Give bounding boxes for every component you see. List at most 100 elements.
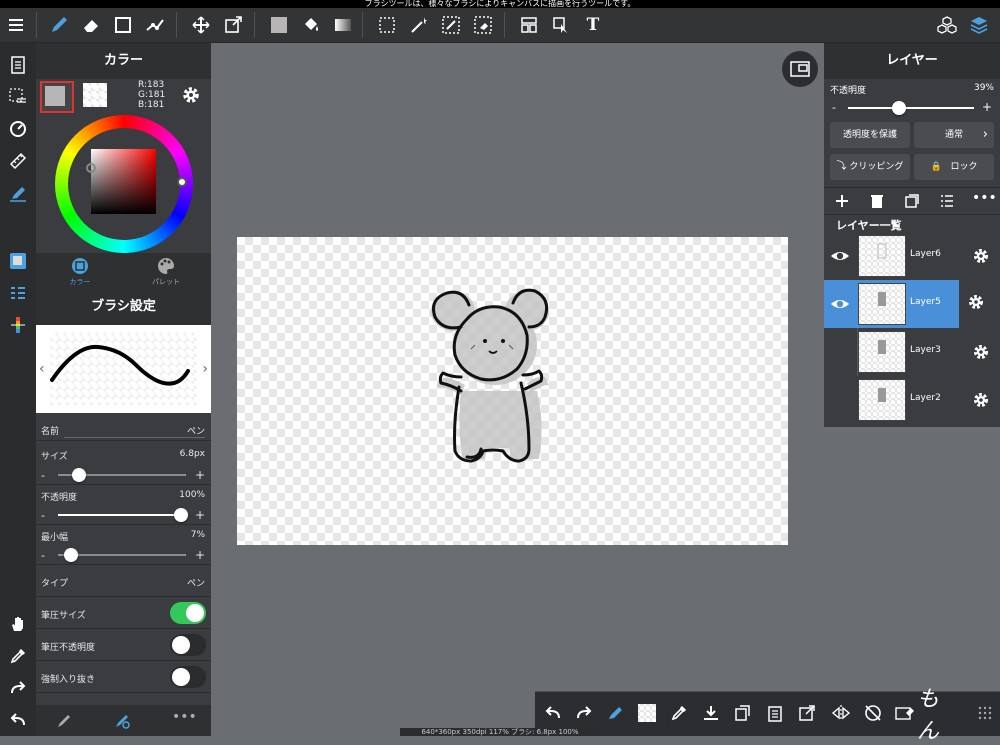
name-row[interactable]: 名前 ペン [36,415,211,441]
brush-settings-icon[interactable] [3,310,33,340]
size-minus-button[interactable]: - [41,469,45,482]
next-brush-chevron-icon[interactable]: › [202,361,208,377]
eraser-tool-icon[interactable] [76,10,106,40]
visibility-eye-icon[interactable] [830,294,850,314]
min-width-minus-button[interactable]: - [41,549,45,562]
layer-gear-icon[interactable] [970,341,992,363]
eyedropper-icon[interactable] [665,699,693,727]
duplicate-layer-icon[interactable] [904,193,920,209]
primary-color-swatch[interactable] [40,81,74,113]
more-options-icon[interactable]: ••• [172,709,197,725]
size-plus-button[interactable]: + [195,468,205,482]
hand-tool-icon[interactable] [3,609,33,639]
layer-gear-icon[interactable] [970,245,992,267]
layer-row[interactable]: Layer2 [824,376,1000,424]
selection-eraser-icon[interactable] [468,10,498,40]
operation-tool-icon[interactable] [546,10,576,40]
sv-picker-knob[interactable] [86,163,96,173]
transparent-color-swatch[interactable] [633,699,661,727]
saturation-value-square[interactable] [91,149,156,214]
text-tool-icon[interactable]: T [578,10,608,40]
selection-tool-icon[interactable] [372,10,402,40]
force-fade-toggle[interactable] [170,666,206,688]
shape-tool-icon[interactable] [108,10,138,40]
layer-opacity-slider-knob[interactable] [892,101,906,115]
layer-opacity-plus-button[interactable]: + [982,100,992,114]
layer-opacity-slider[interactable] [848,107,974,109]
grid-menu-icon[interactable] [971,699,999,727]
opacity-slider[interactable] [58,514,186,516]
menu-icon[interactable] [2,10,32,40]
selection-layer-icon[interactable] [3,82,33,112]
opacity-plus-button[interactable]: + [195,508,205,522]
fill-color-swatch-icon[interactable] [264,10,294,40]
redo-icon[interactable] [3,673,33,703]
page-manager-icon[interactable] [3,50,33,80]
bucket-tool-icon[interactable] [296,10,326,40]
brush-tab-icon[interactable] [56,713,72,729]
hand-correction-icon[interactable] [3,178,33,208]
move-tool-icon[interactable] [186,10,216,40]
rotate-lock-icon[interactable] [859,699,887,727]
protect-alpha-button[interactable]: 透明度を保護 [830,122,910,148]
opacity-minus-button[interactable]: - [41,509,45,522]
export-icon[interactable] [793,699,821,727]
eyedropper-icon[interactable] [3,641,33,671]
brush-settings-tab-icon[interactable] [114,713,130,729]
layer-row[interactable]: Layer3 [824,328,1000,376]
add-layer-icon[interactable] [834,193,850,209]
pressure-opacity-toggle[interactable] [170,634,206,656]
brush-list-icon[interactable] [3,278,33,308]
materials-icon[interactable] [932,10,962,40]
blend-mode-label: 通常 [944,130,963,140]
download-icon[interactable] [697,699,725,727]
layer-more-icon[interactable]: ••• [972,190,997,206]
vector-tool-icon[interactable] [140,10,170,40]
secondary-color-swatch[interactable] [83,83,107,107]
tab-color[interactable]: カラー [66,257,94,287]
navigator-button-icon[interactable] [782,51,818,87]
brush-tool-icon[interactable] [44,10,74,40]
size-slider-knob[interactable] [72,468,86,482]
min-width-slider-knob[interactable] [64,548,78,562]
copy-icon[interactable] [729,699,757,727]
name-value: ペン [186,427,205,437]
frame-divider-icon[interactable] [514,10,544,40]
paste-icon[interactable] [761,699,789,727]
selection-pen-icon[interactable] [436,10,466,40]
clipping-button[interactable]: ⤵ クリッピング [830,154,910,180]
visibility-eye-icon[interactable] [830,246,850,266]
gradient-tool-icon[interactable] [328,10,358,40]
layer-gear-icon[interactable] [967,293,989,315]
layer-list-icon[interactable] [939,193,955,209]
min-width-plus-button[interactable]: + [195,548,205,562]
layers-icon[interactable] [964,10,994,40]
hue-picker-knob[interactable] [177,177,187,187]
prev-brush-chevron-icon[interactable]: ‹ [39,361,45,377]
layer-row-selected[interactable]: Layer5 [824,280,959,328]
magic-wand-icon[interactable] [404,10,434,40]
pressure-size-toggle[interactable] [170,602,206,624]
type-row[interactable]: タイプ ペン [36,565,211,597]
tab-palette[interactable]: パレット [148,257,184,287]
ruler-icon[interactable] [3,146,33,176]
flip-horizontal-icon[interactable] [827,699,855,727]
redo-icon[interactable] [570,699,598,727]
undo-icon[interactable] [3,705,33,735]
undo-icon[interactable] [539,699,567,727]
drawing-canvas[interactable] [237,237,788,545]
lock-button[interactable]: 🔒 ロック [914,154,994,180]
hand-correction-icon[interactable] [601,699,629,727]
snap-icon[interactable] [3,114,33,144]
layer-gear-icon[interactable] [970,389,992,411]
canvas-area[interactable] [211,43,824,736]
opacity-slider-knob[interactable] [174,508,188,522]
layer-opacity-minus-button[interactable]: - [832,101,836,114]
transform-tool-icon[interactable] [218,10,248,40]
selection-eraser-icon[interactable] [891,699,919,727]
delete-layer-icon[interactable] [869,193,885,209]
color-panel-toggle-icon[interactable] [3,246,33,276]
blend-mode-button[interactable]: 通常 › [914,122,994,148]
color-settings-gear-icon[interactable] [180,84,202,106]
layer-row[interactable]: Layer6 [824,232,1000,280]
